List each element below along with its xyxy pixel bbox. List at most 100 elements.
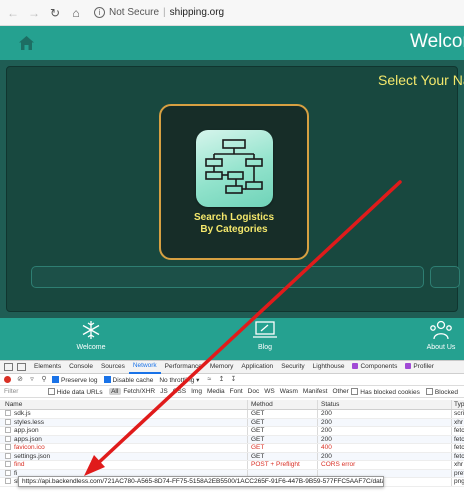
file-icon [5, 452, 11, 459]
devtools-tabs: Elements Console Sources Network Perform… [0, 361, 464, 374]
bottom-nav: Welcome Blog About Us [0, 318, 464, 360]
file-icon [5, 469, 11, 476]
filter-type-js[interactable]: JS [158, 388, 171, 395]
hide-data-urls-checkbox[interactable]: Hide data URLs [47, 387, 103, 396]
tab-profiler[interactable]: Profiler [401, 361, 438, 373]
tab-sources[interactable]: Sources [97, 361, 129, 373]
filter-type-doc[interactable]: Doc [245, 388, 262, 395]
upload-icon[interactable]: ↥ [217, 376, 225, 384]
row-type: png [454, 478, 464, 485]
file-icon [5, 410, 11, 416]
tab-console[interactable]: Console [65, 361, 97, 373]
tab-memory[interactable]: Memory [206, 361, 237, 373]
throttling-select[interactable]: No throttling ▾ [159, 376, 199, 384]
address-bar[interactable]: i Not Secure | shipping.org [94, 4, 224, 22]
row-name-text: find [14, 461, 25, 468]
table-row[interactable]: find POST + Preflight CORS error xhr [0, 461, 464, 470]
search-logistics-card[interactable]: Search Logistics By Categories [159, 104, 309, 260]
filter-type-fetch[interactable]: Fetch/XHR [121, 388, 158, 395]
devtools-panel: Elements Console Sources Network Perform… [0, 360, 464, 500]
table-row[interactable]: settings.json GET 200 fetc [0, 452, 464, 461]
col-method[interactable]: Method [248, 400, 318, 409]
tab-security[interactable]: Security [277, 361, 308, 373]
file-icon [5, 461, 11, 467]
row-method: POST + Preflight [248, 461, 318, 469]
app-header: Welcome [0, 26, 464, 60]
nav-about[interactable]: About Us [424, 320, 458, 351]
nav-blog[interactable]: Blog [250, 320, 280, 351]
row-status: 200 [318, 418, 452, 426]
home-icon[interactable] [18, 35, 35, 51]
row-name: styles.less [0, 418, 248, 426]
blocked-cookies-checkbox[interactable]: Has blocked cookies [351, 387, 420, 396]
url-tooltip: https://api.backendless.com/721AC780-A56… [18, 476, 384, 487]
row-name: settings.json [0, 452, 248, 460]
react-icon [405, 363, 412, 369]
header-title: Welcome [410, 31, 464, 52]
tab-application[interactable]: Application [237, 361, 277, 373]
inspect-icon[interactable] [4, 363, 13, 371]
nav-welcome[interactable]: Welcome [76, 320, 106, 351]
reload-icon[interactable]: ↻ [48, 6, 62, 20]
table-row[interactable]: apps.json GET 200 fetc [0, 435, 464, 444]
preserve-log-checkbox[interactable]: Preserve log [52, 375, 98, 384]
file-icon [5, 435, 11, 442]
tab-performance[interactable]: Performance [161, 361, 206, 373]
col-name[interactable]: Name [0, 400, 248, 409]
filter-type-font[interactable]: Font [227, 388, 245, 395]
tab-network[interactable]: Network [128, 360, 161, 374]
filter-input[interactable]: Filter [4, 388, 42, 395]
col-type[interactable]: Type [452, 400, 464, 409]
table-row[interactable]: favicon.ico GET 400 fetc [0, 444, 464, 453]
download-icon[interactable]: ↧ [229, 376, 237, 384]
search-button[interactable] [430, 266, 460, 288]
row-type: xhr [454, 461, 464, 468]
filter-icon[interactable]: ▿ [28, 376, 36, 384]
hide-data-urls-label: Hide data URLs [56, 388, 103, 396]
home-browser-icon[interactable]: ⌂ [69, 6, 83, 20]
record-icon[interactable] [4, 376, 11, 383]
file-icon [5, 444, 11, 450]
row-name-text: settings.json [14, 452, 51, 460]
disable-cache-checkbox[interactable]: Disable cache [103, 375, 153, 384]
back-icon[interactable]: ← [6, 6, 20, 20]
filter-type-manifest[interactable]: Manifest [300, 388, 330, 395]
blocked-checkbox[interactable]: Blocked [425, 387, 458, 396]
web-page: Welcome Select Your Na [0, 26, 464, 360]
row-status: 400 [318, 444, 452, 452]
row-type: fetc [454, 427, 464, 434]
table-row[interactable]: app.json GET 200 fetc [0, 427, 464, 436]
search-input[interactable] [31, 266, 424, 288]
filter-type-css[interactable]: CSS [170, 388, 188, 395]
wifi-icon[interactable]: ≈ [205, 376, 213, 384]
filter-type-img[interactable]: Img [189, 388, 205, 395]
address-host: shipping.org [169, 7, 225, 18]
tab-components[interactable]: Components [348, 361, 401, 373]
nav-blog-label: Blog [257, 344, 272, 351]
device-toggle-icon[interactable] [17, 363, 26, 371]
checkbox-checked-icon [52, 375, 59, 383]
table-row[interactable]: styles.less GET 200 xhr [0, 418, 464, 427]
filter-type-all[interactable]: All [108, 388, 121, 395]
search-icon[interactable]: ⚲ [40, 376, 48, 384]
warning-icon: i [94, 7, 105, 18]
table-row[interactable]: sdk.js GET 200 scri [0, 410, 464, 419]
row-status: 200 [318, 427, 452, 435]
row-name-text: fi [14, 469, 18, 477]
filter-type-other[interactable]: Other [330, 388, 351, 395]
browser-toolbar: ← → ↻ ⌂ i Not Secure | shipping.org [0, 0, 464, 26]
file-icon [5, 478, 11, 484]
card-label-line2: By Categories [200, 224, 268, 235]
tab-components-label: Components [360, 363, 398, 370]
tab-lighthouse[interactable]: Lighthouse [309, 361, 349, 373]
col-status[interactable]: Status [318, 400, 452, 409]
filter-type-ws[interactable]: WS [262, 388, 277, 395]
tab-elements[interactable]: Elements [30, 361, 65, 373]
forward-icon[interactable]: → [27, 6, 41, 20]
preserve-log-label: Preserve log [61, 376, 98, 384]
filter-type-wasm[interactable]: Wasm [277, 388, 300, 395]
filter-type-media[interactable]: Media [204, 388, 227, 395]
nav-about-label: About Us [426, 344, 456, 351]
row-type: xhr [454, 418, 464, 426]
clear-icon[interactable]: ⊘ [16, 376, 24, 384]
